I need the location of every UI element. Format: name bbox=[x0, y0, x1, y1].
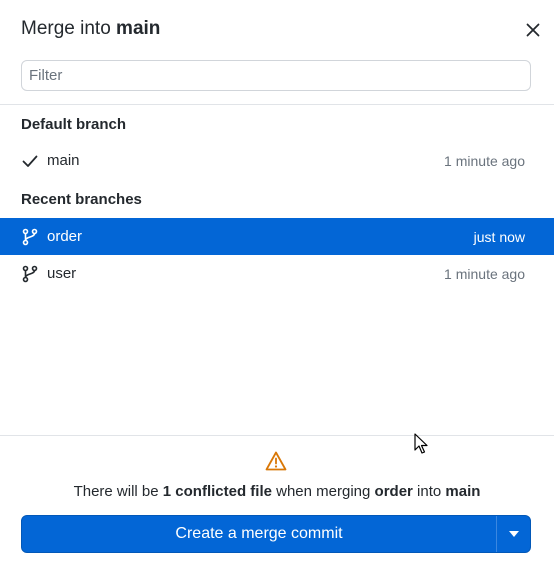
divider bbox=[0, 104, 554, 105]
section-recent-branches: Recent branches bbox=[21, 191, 142, 208]
branch-time: 1 minute ago bbox=[444, 153, 525, 169]
target-branch: main bbox=[445, 483, 481, 500]
merge-dialog: Merge into main Default branch main 1 mi… bbox=[0, 0, 554, 570]
branch-name: order bbox=[47, 228, 83, 245]
merge-button-group: Create a merge commit bbox=[21, 515, 531, 553]
status-text: There will be bbox=[73, 483, 163, 500]
branch-name: main bbox=[47, 152, 80, 169]
branch-name: user bbox=[47, 265, 77, 282]
branch-row-main[interactable]: main 1 minute ago bbox=[0, 142, 554, 179]
git-branch-icon bbox=[21, 265, 39, 283]
title-branch: main bbox=[116, 18, 161, 39]
section-default-branch: Default branch bbox=[21, 116, 127, 133]
merge-options-dropdown[interactable] bbox=[497, 516, 530, 552]
source-branch: order bbox=[374, 483, 413, 500]
title-prefix: Merge into bbox=[21, 18, 117, 39]
create-merge-commit-button[interactable]: Create a merge commit bbox=[22, 516, 496, 552]
branch-time: 1 minute ago bbox=[444, 266, 525, 282]
branch-row-user[interactable]: user 1 minute ago bbox=[0, 255, 554, 292]
mouse-cursor-icon bbox=[414, 433, 428, 454]
caret-down-icon bbox=[508, 531, 519, 537]
divider bbox=[0, 435, 554, 436]
warning-icon bbox=[265, 451, 287, 471]
dialog-title: Merge into main bbox=[21, 18, 160, 40]
close-icon bbox=[526, 23, 540, 37]
conflict-count: 1 conflicted file bbox=[162, 483, 272, 500]
dialog-header: Merge into main bbox=[0, 0, 554, 58]
branch-row-order[interactable]: order just now bbox=[0, 218, 554, 255]
git-branch-icon bbox=[21, 228, 39, 246]
merge-status-message: There will be 1 conflicted file when mer… bbox=[0, 483, 554, 500]
close-button[interactable] bbox=[521, 18, 545, 42]
branch-time: just now bbox=[473, 229, 525, 245]
check-icon bbox=[21, 152, 39, 170]
filter-input[interactable] bbox=[21, 60, 531, 91]
status-text: into bbox=[412, 483, 446, 500]
status-text: when merging bbox=[271, 483, 375, 500]
